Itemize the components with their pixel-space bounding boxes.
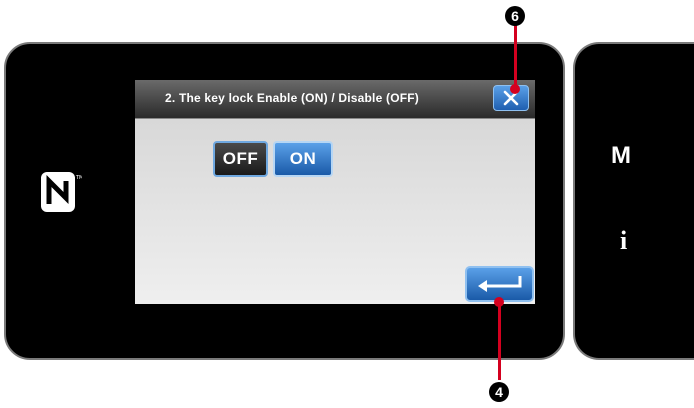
callout-leader-close [514, 24, 517, 90]
dialog-title: 2. The key lock Enable (ON) / Disable (O… [165, 91, 419, 105]
dialog-titlebar: 2. The key lock Enable (ON) / Disable (O… [135, 80, 535, 119]
callout-number-enter: 4 [489, 382, 509, 402]
mode-key[interactable]: M [611, 142, 631, 170]
svg-text:TM: TM [75, 175, 82, 181]
nfc-logo-icon: TM [41, 172, 82, 212]
side-key-panel [573, 42, 694, 360]
callout-number-close: 6 [505, 6, 525, 26]
callout-dot-enter [494, 297, 504, 307]
on-button[interactable]: ON [273, 141, 333, 177]
information-key[interactable]: i [620, 226, 627, 256]
callout-leader-enter [498, 302, 501, 380]
enter-return-icon [478, 276, 522, 292]
off-button[interactable]: OFF [213, 141, 268, 177]
callout-dot-close [510, 84, 520, 94]
